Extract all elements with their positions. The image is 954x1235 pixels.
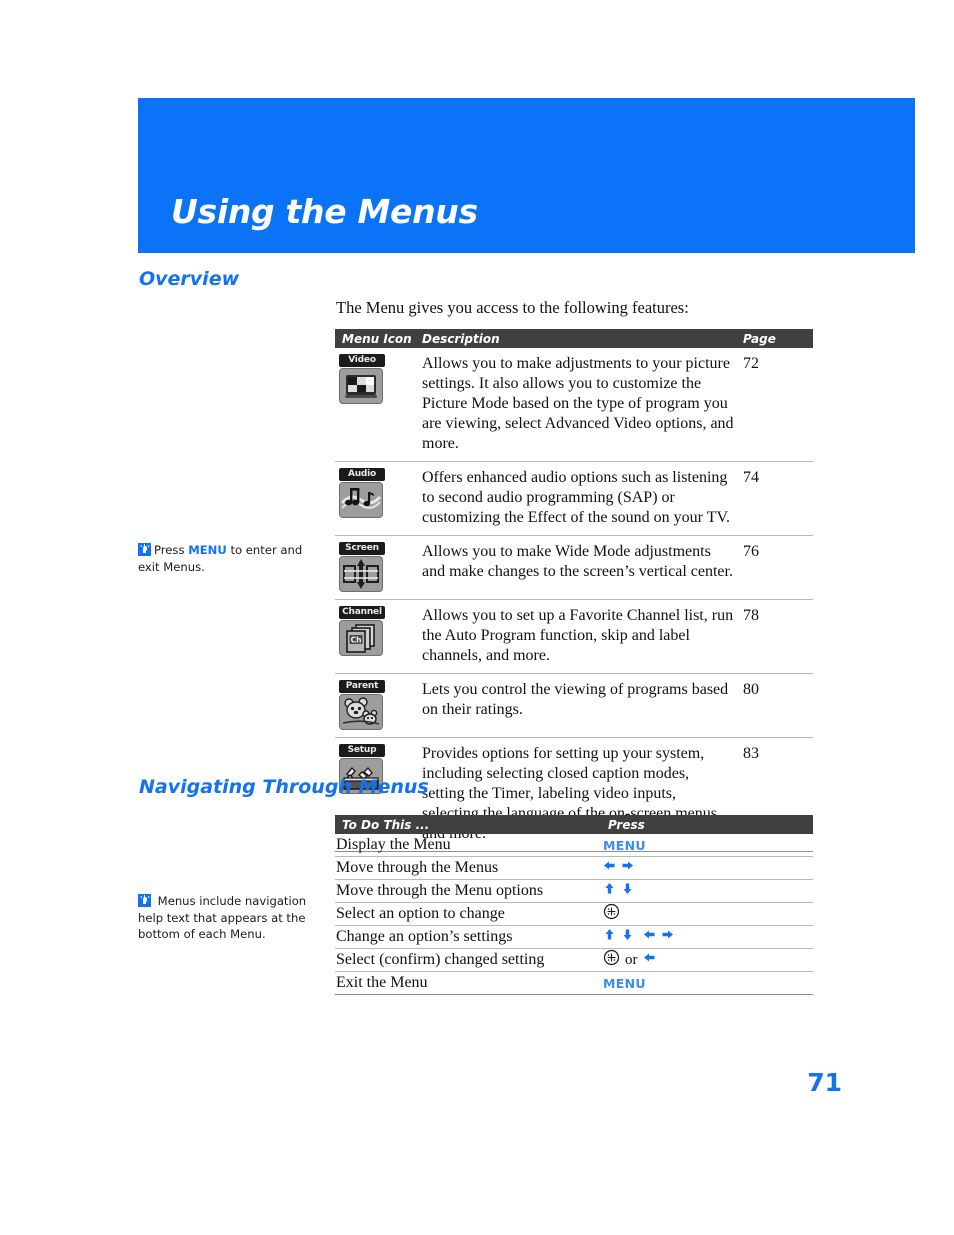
lightbulb-icon (138, 894, 151, 907)
arrow-up-icon (603, 928, 616, 946)
menu-icon-cell: Parent (335, 680, 422, 730)
overview-heading: Overview (139, 268, 240, 290)
description-cell: Allows you to set up a Favorite Channel … (422, 607, 734, 664)
audio-menu-icon[interactable]: Audio (339, 468, 385, 518)
screen-icon-label: Screen (339, 542, 385, 555)
table-row: Video Allows you to make adjustments to … (335, 348, 813, 462)
page-cell: 80 (743, 681, 759, 698)
action-label: Move through the Menu options (336, 882, 544, 899)
or-conjunction: or (625, 951, 638, 968)
press-cell: MENU (603, 976, 813, 991)
video-icon-glyph (339, 368, 383, 404)
menu-icon-cell: Screen (335, 542, 422, 592)
parent-icon-glyph (339, 694, 383, 730)
side-note-help: Menus include navigation help text that … (138, 893, 316, 943)
page-cell: 72 (743, 355, 759, 372)
svg-text:Ch: Ch (351, 635, 362, 644)
parent-icon-label: Parent (339, 680, 385, 693)
press-cell (603, 882, 813, 900)
list-item: Move through the Menus (335, 857, 813, 880)
list-item: Change an option’s settings (335, 926, 813, 949)
action-label: Select (confirm) changed setting (336, 951, 545, 968)
page-number: 71 (807, 1068, 842, 1097)
press-cell (603, 928, 813, 946)
list-item: Select (confirm) changed setting or (335, 949, 813, 972)
column-header-to-do-this: To Do This ... (342, 817, 430, 832)
note-text-part1: Menus include navigation help text that … (138, 894, 307, 941)
description-cell: Allows you to make Wide Mode adjustments… (422, 543, 733, 580)
action-label: Display the Menu (336, 836, 451, 853)
table-row: Screen Allows you to make Wide Mode adju… (335, 536, 813, 600)
side-note-menu: Press MENU to enter and exit Menus. (138, 542, 316, 575)
note-text-part1: Press (154, 543, 189, 557)
video-icon-label: Video (339, 354, 385, 367)
note-keyword-menu: MENU (188, 543, 227, 557)
overview-intro-text: The Menu gives you access to the followi… (336, 298, 689, 317)
arrow-down-icon (621, 882, 634, 900)
navigating-table: To Do This ... Press Display the Menu ME… (335, 815, 813, 995)
list-item: Display the Menu MENU (335, 834, 813, 857)
table-row: Parent Lets you control the viewing of p… (335, 674, 813, 738)
page-title: Using the Menus (171, 192, 478, 231)
table-row: Audio Offers enhanced audio options such… (335, 462, 813, 536)
action-label: Change an option’s settings (336, 928, 513, 945)
menu-icon-cell: Video (335, 354, 422, 454)
page-cell: 78 (743, 607, 759, 624)
column-header-description: Description (422, 331, 500, 346)
arrow-right-icon (621, 859, 634, 877)
channel-icon-label: Channel (339, 606, 385, 619)
column-header-menu-icon: Menu Icon (342, 331, 412, 346)
press-cell (603, 859, 813, 877)
action-label: Move through the Menus (336, 859, 499, 876)
channel-icon-glyph: Ch (339, 620, 383, 656)
press-cell (603, 903, 813, 925)
arrow-right-icon (661, 928, 674, 946)
arrow-left-icon (643, 951, 656, 969)
table-row: Channel Ch Allows you to set up a Favori… (335, 600, 813, 674)
description-cell: Offers enhanced audio options such as li… (422, 469, 730, 526)
menu-icon-cell: Channel Ch (335, 606, 422, 666)
list-item: Select an option to change (335, 903, 813, 926)
press-cell: or (603, 949, 813, 971)
menu-icon-cell: Audio (335, 468, 422, 528)
description-cell: Allows you to make adjustments to your p… (422, 355, 734, 452)
list-item: Exit the Menu MENU (335, 972, 813, 995)
audio-icon-glyph (339, 482, 383, 518)
arrow-left-icon (603, 859, 616, 877)
setup-icon-label: Setup (339, 744, 385, 757)
action-label: Exit the Menu (336, 974, 428, 991)
overview-table: Menu Icon Description Page Video Allows … (335, 329, 813, 852)
menu-button-label: MENU (603, 975, 646, 991)
column-header-page: Page (743, 331, 776, 346)
arrow-down-icon (621, 928, 634, 946)
navigating-heading: Navigating Through Menus (139, 776, 429, 798)
list-item: Move through the Menu options (335, 880, 813, 903)
overview-table-header: Menu Icon Description Page (335, 329, 813, 348)
column-header-press: Press (608, 817, 645, 832)
screen-menu-icon[interactable]: Screen (339, 542, 385, 592)
screen-icon-glyph (339, 556, 383, 592)
jog-dial-icon (603, 949, 620, 971)
arrow-up-icon (603, 882, 616, 900)
audio-icon-label: Audio (339, 468, 385, 481)
arrow-left-icon (643, 928, 656, 946)
description-cell: Lets you control the viewing of programs… (422, 681, 729, 718)
press-cell: MENU (603, 838, 813, 853)
parent-menu-icon[interactable]: Parent (339, 680, 385, 730)
video-menu-icon[interactable]: Video (339, 354, 385, 404)
navigating-table-header: To Do This ... Press (335, 815, 813, 834)
page-cell: 76 (743, 543, 759, 560)
channel-menu-icon[interactable]: Channel Ch (339, 606, 385, 656)
jog-dial-icon (603, 903, 620, 925)
action-label: Select an option to change (336, 905, 505, 922)
menu-button-label: MENU (603, 837, 646, 853)
chapter-banner: Using the Menus (138, 98, 915, 253)
lightbulb-icon (138, 543, 151, 556)
page-cell: 74 (743, 469, 759, 486)
